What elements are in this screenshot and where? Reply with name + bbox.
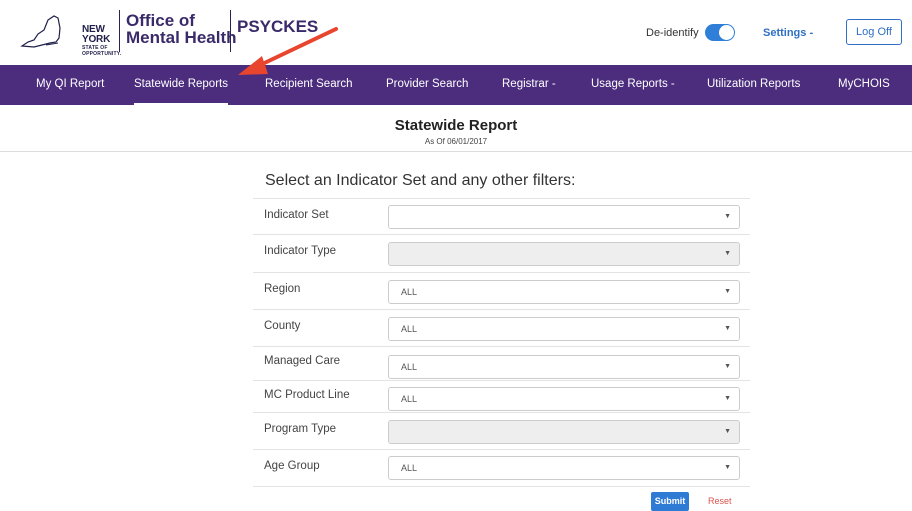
region-select[interactable]: ALL ▼	[388, 280, 740, 304]
new-york-state-logo[interactable]: NEW YORK STATE OF OPPORTUNITY.	[20, 12, 121, 57]
program-type-label: Program Type	[264, 423, 337, 435]
managed-care-select[interactable]: ALL ▼	[388, 355, 740, 379]
filter-row-indicator-set: Indicator Set ▼	[253, 198, 750, 234]
nav-registrar[interactable]: Registrar -	[502, 65, 556, 105]
indicator-set-select[interactable]: ▼	[388, 205, 740, 229]
select-value: ALL	[401, 362, 418, 372]
settings-dropdown[interactable]: Settings -	[763, 27, 813, 39]
select-value: ALL	[401, 394, 418, 404]
nav-recipient-search[interactable]: Recipient Search	[265, 65, 353, 105]
indicator-type-label: Indicator Type	[264, 245, 337, 257]
select-value: ALL	[401, 287, 418, 297]
age-group-label: Age Group	[264, 460, 320, 472]
filter-row-mc-product-line: MC Product Line ALL ▼	[253, 380, 750, 416]
mc-product-line-select[interactable]: ALL ▼	[388, 387, 740, 411]
header-divider	[230, 10, 231, 52]
filter-row-managed-care: Managed Care ALL ▼	[253, 346, 750, 382]
select-value: ALL	[401, 324, 418, 334]
filter-row-indicator-type: Indicator Type ▼	[253, 234, 750, 270]
program-type-select[interactable]: ▼	[388, 420, 740, 444]
as-of-date: As Of 06/01/2017	[424, 137, 488, 146]
nav-utilization-reports[interactable]: Utilization Reports	[707, 65, 800, 105]
indicator-type-select[interactable]: ▼	[388, 242, 740, 266]
chevron-down-icon: ▼	[724, 464, 731, 471]
filter-row-region: Region ALL ▼	[253, 272, 750, 308]
county-select[interactable]: ALL ▼	[388, 317, 740, 341]
form-bottom-divider	[253, 486, 750, 487]
nav-statewide-reports[interactable]: Statewide Reports	[134, 65, 228, 105]
filter-row-program-type: Program Type ▼	[253, 412, 750, 448]
state-logo-text: NEW YORK STATE OF OPPORTUNITY.	[82, 25, 121, 57]
chevron-down-icon: ▼	[724, 325, 731, 332]
agency-name-line1: Office of	[126, 11, 195, 30]
agency-name[interactable]: Office of Mental Health	[126, 12, 237, 46]
app-header: NEW YORK STATE OF OPPORTUNITY. Office of…	[0, 0, 912, 65]
chevron-down-icon: ▼	[724, 250, 731, 257]
nav-mychois[interactable]: MyCHOIS	[838, 65, 890, 105]
chevron-down-icon: ▼	[724, 213, 731, 220]
main-nav: My QI Report Statewide Reports Recipient…	[0, 65, 912, 105]
chevron-down-icon: ▼	[724, 428, 731, 435]
age-group-select[interactable]: ALL ▼	[388, 456, 740, 480]
agency-name-line2: Mental Health	[126, 28, 237, 47]
log-off-button[interactable]: Log Off	[846, 19, 902, 45]
mc-product-line-label: MC Product Line	[264, 389, 350, 401]
new-york-state-outline-icon	[20, 15, 61, 48]
chevron-down-icon: ▼	[724, 363, 731, 370]
county-label: County	[264, 320, 301, 332]
indicator-set-label: Indicator Set	[264, 209, 329, 221]
submit-button[interactable]: Submit	[651, 492, 689, 511]
reset-link[interactable]: Reset	[708, 496, 732, 506]
app-name[interactable]: PSYCKES	[237, 17, 318, 37]
title-divider	[0, 151, 912, 152]
filter-row-county: County ALL ▼	[253, 309, 750, 345]
filter-row-age-group: Age Group ALL ▼	[253, 449, 750, 485]
toggle-knob	[719, 25, 734, 40]
managed-care-label: Managed Care	[264, 355, 341, 367]
form-heading: Select an Indicator Set and any other fi…	[265, 172, 576, 189]
deidentify-label: De-identify	[646, 27, 699, 39]
nav-usage-reports[interactable]: Usage Reports -	[591, 65, 675, 105]
deidentify-toggle[interactable]	[705, 24, 735, 41]
header-divider	[119, 10, 120, 52]
page-title: Statewide Report	[394, 117, 518, 134]
nav-provider-search[interactable]: Provider Search	[386, 65, 468, 105]
state-logo-line3: OPPORTUNITY.	[82, 51, 122, 57]
chevron-down-icon: ▼	[724, 395, 731, 402]
state-logo-line1: NEW YORK	[82, 24, 111, 45]
select-value: ALL	[401, 463, 418, 473]
region-label: Region	[264, 283, 301, 295]
nav-my-qi-report[interactable]: My QI Report	[36, 65, 104, 105]
chevron-down-icon: ▼	[724, 288, 731, 295]
